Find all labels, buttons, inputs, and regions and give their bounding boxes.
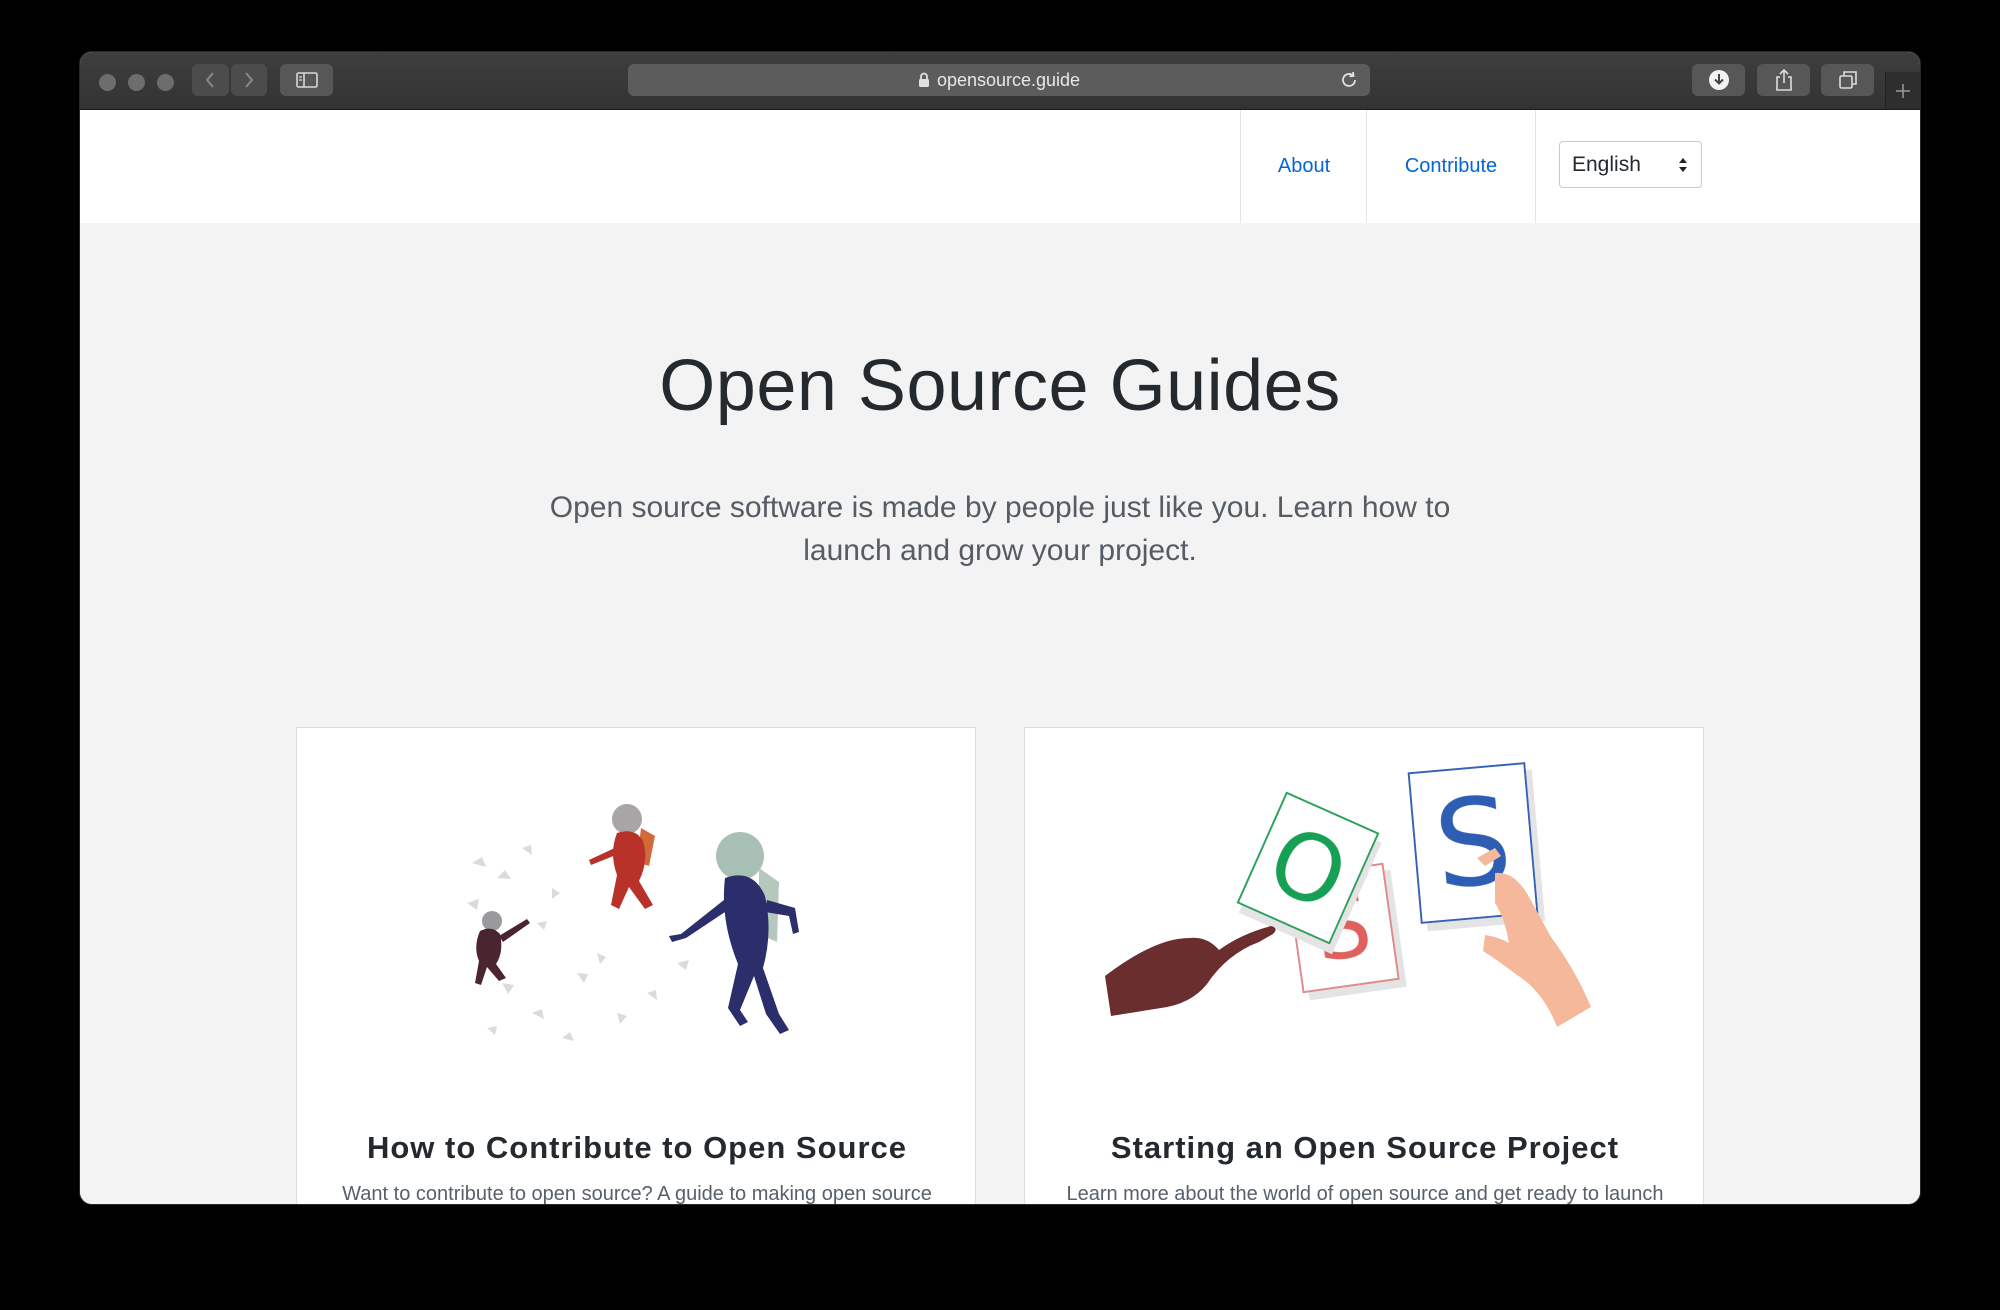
new-tab-button[interactable]: [1885, 72, 1920, 109]
reload-icon[interactable]: [1338, 69, 1360, 91]
forward-icon: [244, 72, 254, 88]
site-header: About Contribute English: [80, 110, 1920, 223]
nav-contribute-label: Contribute: [1404, 155, 1498, 177]
download-icon: [1708, 70, 1729, 90]
language-select[interactable]: English: [1559, 141, 1702, 188]
language-value: English: [1572, 152, 1641, 176]
card-title: Starting an Open Source Project: [1110, 1130, 1620, 1165]
browser-window: opensource.guide About Contribute Englis…: [80, 52, 1920, 1204]
url-text: opensource.guide: [936, 69, 1081, 90]
downloads-button[interactable]: [1692, 64, 1745, 96]
card-title: How to Contribute to Open Source: [366, 1130, 908, 1165]
guide-card-starting[interactable]: S O S Starting an Open Source Project Le…: [1024, 727, 1704, 1204]
web-page: About Contribute English Open Source Gui…: [80, 110, 1920, 1204]
nav-about-link[interactable]: About: [1240, 110, 1367, 223]
nav-about-label: About: [1277, 155, 1331, 177]
new-tab-icon: [1896, 83, 1910, 98]
select-arrows-icon: [1679, 158, 1687, 172]
card-description: Want to contribute to open source? A gui…: [342, 1183, 932, 1204]
back-icon: [205, 72, 215, 88]
show-tabs-button[interactable]: [1821, 64, 1874, 96]
nav-contribute-link[interactable]: Contribute: [1366, 110, 1536, 223]
oss-cards-illustration: S O S: [1105, 762, 1591, 1027]
hero-subtitle: Open source software is made by people j…: [549, 491, 1451, 567]
zoom-window-button[interactable]: [157, 74, 174, 91]
guide-card-contribute[interactable]: How to Contribute to Open Source Want to…: [296, 727, 976, 1204]
lock-icon: [918, 72, 929, 87]
share-icon: [1775, 68, 1792, 91]
hero-title: Open Source Guides: [659, 346, 1341, 426]
share-button[interactable]: [1757, 64, 1810, 96]
sidebar-button[interactable]: [280, 64, 333, 96]
back-button[interactable]: [192, 64, 229, 96]
tabs-icon: [1838, 71, 1857, 89]
close-window-button[interactable]: [99, 74, 116, 91]
minimize-window-button[interactable]: [128, 74, 145, 91]
card-description: Learn more about the world of open sourc…: [1066, 1183, 1664, 1204]
sidebar-icon: [295, 72, 318, 88]
astronauts-illustration: [467, 804, 799, 1041]
forward-button[interactable]: [230, 64, 267, 96]
history-nav: [192, 64, 267, 96]
browser-toolbar: opensource.guide: [80, 52, 1920, 110]
address-bar[interactable]: opensource.guide: [628, 64, 1370, 96]
